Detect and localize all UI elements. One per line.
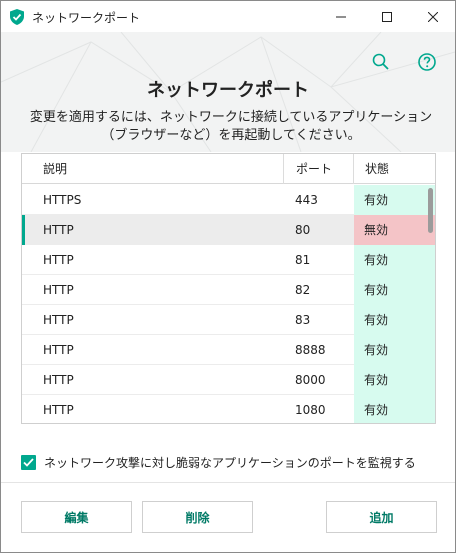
- row-port: 81: [295, 253, 311, 267]
- row-status: 有効: [354, 365, 435, 395]
- row-description: HTTP: [43, 373, 74, 387]
- close-icon: [427, 7, 439, 26]
- row-port: 443: [295, 193, 318, 207]
- search-icon[interactable]: [371, 52, 391, 72]
- row-description: HTTP: [43, 343, 74, 357]
- checkmark-icon: [23, 457, 34, 467]
- footer-divider: [1, 482, 455, 483]
- minimize-button[interactable]: [318, 1, 364, 32]
- row-description: HTTP: [43, 403, 74, 417]
- row-port: 80: [295, 223, 311, 237]
- row-port: 8000: [295, 373, 326, 387]
- monitor-ports-label[interactable]: ネットワーク攻撃に対し脆弱なアプリケーションのポートを監視する: [44, 454, 416, 471]
- row-status: 有効: [354, 275, 435, 305]
- maximize-icon: [382, 7, 392, 26]
- row-description: HTTP: [43, 223, 74, 237]
- row-port: 82: [295, 283, 311, 297]
- row-port: 83: [295, 313, 311, 327]
- add-button[interactable]: 追加: [326, 501, 437, 533]
- selection-indicator: [22, 215, 25, 245]
- help-icon[interactable]: [417, 52, 437, 72]
- row-description: HTTP: [43, 253, 74, 267]
- row-description: HTTP: [43, 283, 74, 297]
- restart-notice: 変更を適用するには、ネットワークに接続しているアプリケーション（ブラウザーなど）…: [29, 110, 433, 143]
- row-status: 有効: [354, 335, 435, 365]
- table-row[interactable]: HTTP 8000 有効: [22, 365, 435, 395]
- table-row[interactable]: HTTPS 443 有効: [22, 185, 435, 215]
- close-button[interactable]: [410, 1, 456, 32]
- ports-table: 説明 ポート 状態 HTTPS 443 有効 HTTP 80 無効 HTTP 8…: [21, 153, 436, 424]
- edit-button[interactable]: 編集: [21, 501, 132, 533]
- table-header: 説明 ポート 状態: [22, 154, 435, 184]
- page-title: ネットワークポート: [147, 80, 309, 101]
- row-description: HTTP: [43, 313, 74, 327]
- page-header: ネットワークポート 変更を適用するには、ネットワークに接続しているアプリケーショ…: [1, 32, 455, 152]
- table-row[interactable]: HTTP 80 無効: [22, 215, 435, 245]
- monitor-ports-checkbox[interactable]: [21, 454, 36, 470]
- table-row[interactable]: HTTP 83 有効: [22, 305, 435, 335]
- scrollbar-thumb[interactable]: [428, 188, 433, 233]
- row-status: 有効: [354, 245, 435, 275]
- shield-icon: [10, 9, 24, 25]
- maximize-button[interactable]: [364, 1, 410, 32]
- minimize-icon: [336, 7, 346, 26]
- delete-button[interactable]: 削除: [142, 501, 253, 533]
- row-port: 1080: [295, 403, 326, 417]
- row-status: 無効: [354, 215, 435, 245]
- table-scrollbar[interactable]: [427, 185, 434, 423]
- network-ports-window: ネットワークポート ネットワークポート 変更を適用するには、ネットワークに接続し…: [0, 0, 456, 553]
- column-header-port[interactable]: ポート: [283, 154, 353, 184]
- row-status: 有効: [354, 395, 435, 423]
- row-port: 8888: [295, 343, 326, 357]
- table-row[interactable]: HTTP 81 有効: [22, 245, 435, 275]
- column-header-status[interactable]: 状態: [353, 154, 435, 184]
- row-status: 有効: [354, 185, 435, 215]
- row-description: HTTPS: [43, 193, 82, 207]
- table-row[interactable]: HTTP 8888 有効: [22, 335, 435, 365]
- window-title: ネットワークポート: [32, 11, 141, 25]
- monitor-ports-option[interactable]: ネットワーク攻撃に対し脆弱なアプリケーションのポートを監視する: [21, 453, 416, 471]
- row-status: 有効: [354, 305, 435, 335]
- table-row[interactable]: HTTP 1080 有効: [22, 395, 435, 423]
- table-row[interactable]: HTTP 82 有効: [22, 275, 435, 305]
- title-bar: ネットワークポート: [1, 1, 455, 32]
- column-header-description[interactable]: 説明: [43, 154, 67, 184]
